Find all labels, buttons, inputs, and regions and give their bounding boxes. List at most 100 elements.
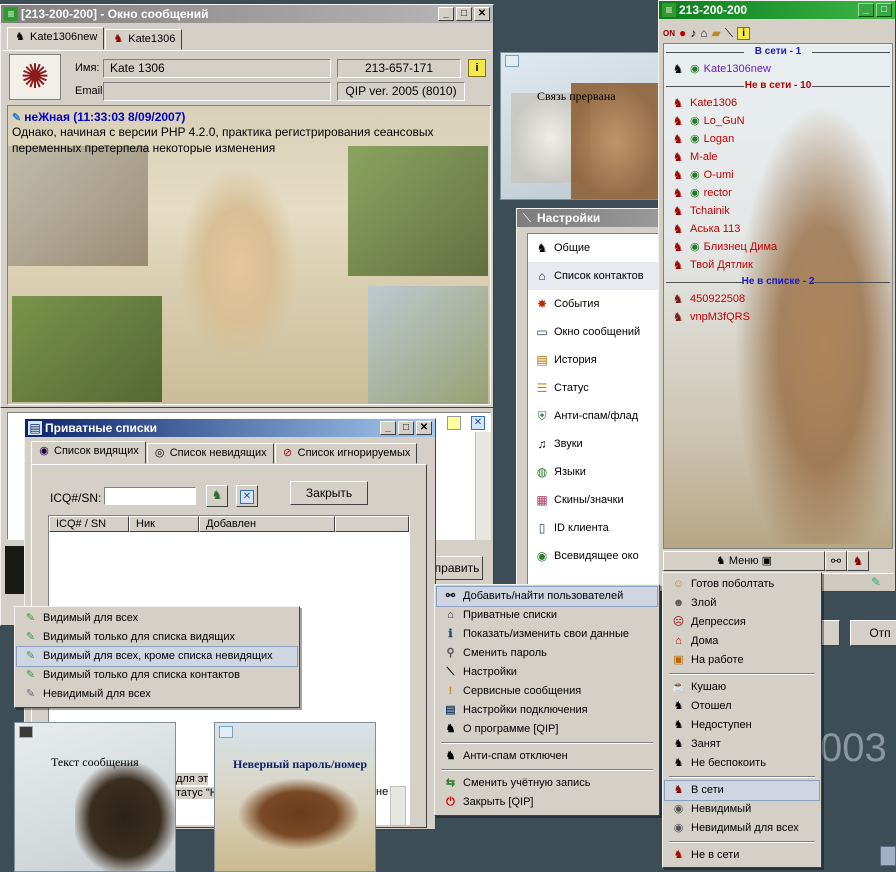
settings-item-2[interactable]: ✸ События <box>528 290 664 318</box>
visibility-option-1[interactable]: ✎ Видимый только для списка видящих <box>17 628 297 647</box>
main-menu-item-3[interactable]: ⚲ Сменить пароль <box>437 644 657 663</box>
settings-item-4[interactable]: ▤ История <box>528 346 664 374</box>
status-menu-item-2[interactable]: ☹ Депрессия <box>665 613 819 632</box>
contact-group-header[interactable]: Не в сети - 10 <box>664 78 892 94</box>
status-menu-item-9[interactable]: ♞ Не беспокоить <box>665 754 819 773</box>
column-icq[interactable]: ICQ# / SN <box>49 516 129 532</box>
status-menu-item-11[interactable]: ◉ Невидимый <box>665 800 819 819</box>
icq-input[interactable] <box>104 487 196 505</box>
tab-kate1306new[interactable]: ♞ Kate1306new <box>7 27 105 50</box>
close-button[interactable]: ✕ <box>474 7 490 21</box>
column-added[interactable]: Добавлен <box>199 516 335 532</box>
main-menu-item-10[interactable]: ⏻ Закрыть [QIP] <box>437 793 657 812</box>
private-lists-titlebar[interactable]: ▤ Приватные списки _ □ ✕ <box>25 419 435 437</box>
tab-visible-list[interactable]: ◉ Список видящих <box>31 441 146 464</box>
main-menu-item-1[interactable]: ⌂ Приватные списки <box>437 606 657 625</box>
contact-item[interactable]: ♞ ◉ Kate1306new <box>664 60 892 78</box>
main-menu-item-8[interactable]: ♞ Анти-спам отключен <box>437 747 657 766</box>
message-window-titlebar[interactable]: ≡ [213-200-200] - Окно сообщений _ □ ✕ <box>1 5 493 23</box>
info-icon[interactable]: i <box>468 59 486 77</box>
partial-button[interactable] <box>820 620 840 646</box>
antispam-icon[interactable]: ● <box>679 26 686 40</box>
menu-button[interactable]: ♞ Меню ▣ <box>663 551 825 571</box>
contact-list-titlebar[interactable]: ≡ 213-200-200 _ □ <box>659 1 895 19</box>
status-menu-item-5[interactable]: ☕ Кушаю <box>665 678 819 697</box>
search-button[interactable]: ⚯ <box>825 551 847 571</box>
recycle-bin-icon[interactable] <box>880 846 896 866</box>
status-menu-item-6[interactable]: ♞ Отошел <box>665 697 819 716</box>
edit-icon[interactable]: ✎ <box>871 575 887 589</box>
visibility-option-2[interactable]: ✎ Видимый для всех, кроме списка невидящи… <box>16 646 298 667</box>
contact-item[interactable]: ♞ vnpM3fQRS <box>664 308 892 326</box>
visibility-option-3[interactable]: ✎ Видимый только для списка контактов <box>17 666 297 685</box>
status-menu-item-13[interactable]: ♞ Не в сети <box>665 846 819 865</box>
settings-item-0[interactable]: ♞ Общие <box>528 234 664 262</box>
status-menu-item-0[interactable]: ☺ Готов поболтать <box>665 575 819 594</box>
message-popup[interactable]: Текст сообщения <box>14 722 176 872</box>
minimize-button[interactable]: _ <box>380 421 396 435</box>
contact-item[interactable]: ♞ ◉ rector <box>664 184 892 202</box>
close-button[interactable]: Закрыть <box>290 481 368 505</box>
main-menu-item-7[interactable]: ♞ О программе [QIP] <box>437 720 657 739</box>
status-button[interactable]: ♞ <box>847 551 869 571</box>
main-menu-item-6[interactable]: ▤ Настройки подключения <box>437 701 657 720</box>
send-button[interactable]: править <box>431 556 483 580</box>
bad-password-popup[interactable]: Неверный пароль/номер <box>214 722 376 872</box>
contact-item[interactable]: ♞ ◉ Logan <box>664 130 892 148</box>
settings-item-3[interactable]: ▭ Окно сообщений <box>528 318 664 346</box>
settings-item-5[interactable]: ☰ Статус <box>528 374 664 402</box>
status-menu-item-3[interactable]: ⌂ Дома <box>665 632 819 651</box>
tab-ignore-list[interactable]: ⊘ Список игнорируемых <box>274 443 418 464</box>
main-menu-item-9[interactable]: ⇆ Сменить учётную запись <box>437 774 657 793</box>
status-menu-item-10[interactable]: ♞ В сети <box>664 780 820 801</box>
tab-invisible-list[interactable]: ◎ Список невидящих <box>146 443 274 464</box>
contact-item[interactable]: ♞ M-ale <box>664 148 892 166</box>
contact-item[interactable]: ♞ 450922508 <box>664 290 892 308</box>
settings-item-10[interactable]: ▯ ID клиента <box>528 514 664 542</box>
column-nick[interactable]: Ник <box>129 516 199 532</box>
contact-group-header[interactable]: Не в списке - 2 <box>664 274 892 290</box>
contact-item[interactable]: ♞ Kate1306 <box>664 94 892 112</box>
folder-icon[interactable]: ▰ <box>712 26 721 40</box>
contact-item[interactable]: ♞ Твой Дятлик <box>664 256 892 274</box>
status-menu-item-8[interactable]: ♞ Занят <box>665 735 819 754</box>
connection-lost-popup[interactable]: Связь прервана <box>500 52 660 200</box>
main-menu-item-2[interactable]: ℹ Показать/изменить свои данные <box>437 625 657 644</box>
house-icon[interactable]: ⌂ <box>700 26 707 40</box>
scrollbar[interactable] <box>475 432 491 540</box>
status-menu-item-12[interactable]: ◉ Невидимый для всех <box>665 819 819 838</box>
main-menu-item-0[interactable]: ⚯ Добавить/найти пользователей <box>436 586 658 607</box>
maximize-button[interactable]: □ <box>876 3 892 17</box>
settings-icon[interactable]: ⟍ <box>725 26 733 41</box>
tab-kate1306[interactable]: ♞ Kate1306 <box>105 29 183 50</box>
status-menu-item-7[interactable]: ♞ Недоступен <box>665 716 819 735</box>
close-input-icon[interactable]: ✕ <box>471 416 485 430</box>
settings-item-6[interactable]: ⛨ Анти-спам/флад <box>528 402 664 430</box>
visibility-option-4[interactable]: ✎ Невидимый для всех <box>17 685 297 704</box>
contact-group-header[interactable]: В сети - 1 <box>664 44 892 60</box>
contact-item[interactable]: ♞ Tchainik <box>664 202 892 220</box>
contact-item[interactable]: ♞ ◉ O-umi <box>664 166 892 184</box>
ok-icon[interactable]: ON <box>663 29 675 38</box>
settings-item-11[interactable]: ◉ Всевидящее око <box>528 542 664 570</box>
contact-item[interactable]: ♞ Аська 113 <box>664 220 892 238</box>
settings-item-7[interactable]: ♫ Звуки <box>528 430 664 458</box>
main-menu-item-4[interactable]: ⟍ Настройки <box>437 663 657 682</box>
remove-from-list-button[interactable]: ✕ <box>236 485 258 507</box>
note-icon[interactable] <box>447 416 461 430</box>
settings-item-9[interactable]: ▦ Скины/значки <box>528 486 664 514</box>
close-button[interactable]: ✕ <box>416 421 432 435</box>
maximize-button[interactable]: □ <box>456 7 472 21</box>
status-menu-item-1[interactable]: ☻ Злой <box>665 594 819 613</box>
contact-item[interactable]: ♞ ◉ Близнец Дима <box>664 238 892 256</box>
sound-icon[interactable]: ♪ <box>690 26 696 40</box>
scrollbar[interactable] <box>390 786 406 826</box>
status-menu-item-4[interactable]: ▣ На работе <box>665 651 819 670</box>
settings-item-1[interactable]: ⌂ Список контактов <box>528 262 664 290</box>
minimize-button[interactable]: _ <box>438 7 454 21</box>
settings-titlebar[interactable]: ⟍ Настройки <box>517 209 664 227</box>
send-right-button[interactable]: Отп <box>850 620 896 646</box>
minimize-button[interactable]: _ <box>858 3 874 17</box>
main-menu-item-5[interactable]: ! Сервисные сообщения <box>437 682 657 701</box>
maximize-button[interactable]: □ <box>398 421 414 435</box>
